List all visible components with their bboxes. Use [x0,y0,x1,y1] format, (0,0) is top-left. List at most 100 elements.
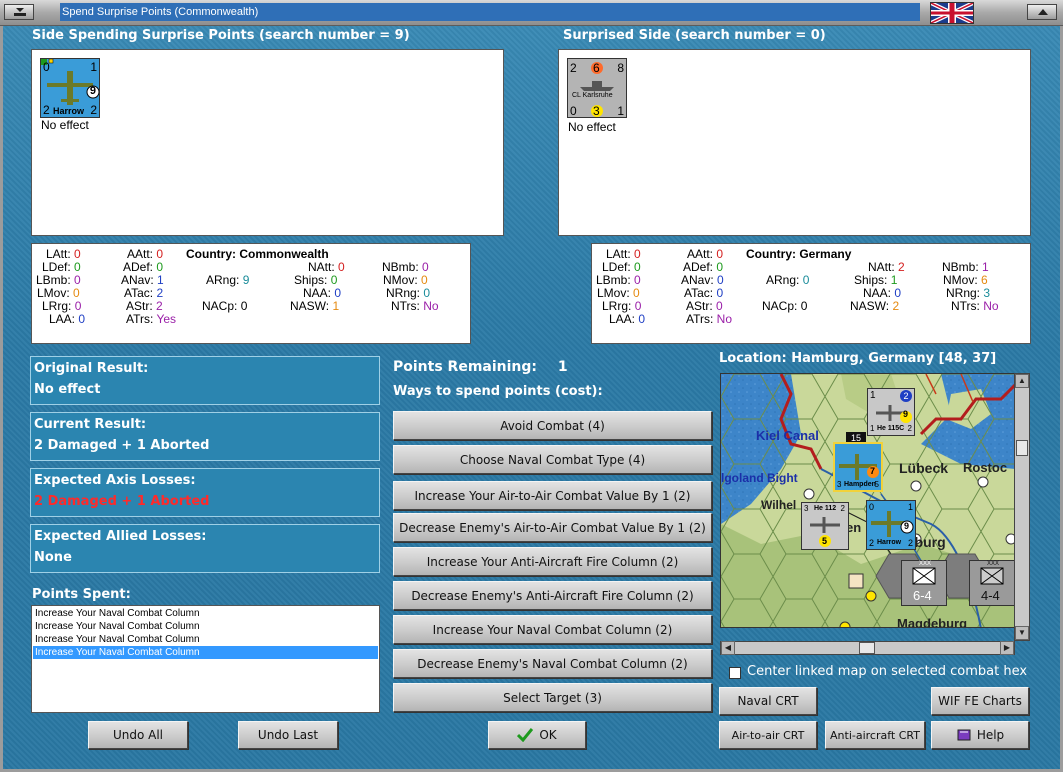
avoid-combat-button[interactable]: Avoid Combat (4) [393,411,712,440]
choose-naval-combat-type-button[interactable]: Choose Naval Combat Type (4) [393,445,712,474]
points-remaining-label: Points Remaining: [393,359,538,375]
undo-last-button[interactable]: Undo Last [238,721,338,749]
points-spent-title: Points Spent: [32,587,131,602]
stat-ntrs: NTrs: No [391,299,439,313]
map-location-label: Location: Hamburg, Germany [48, 37] [719,351,997,366]
karlsruhe-defense: 6 [593,61,600,75]
country-germany: Country: Germany [746,247,852,261]
stat-nacp: NACp: 0 [202,299,248,313]
hampden-name: Hampden [844,481,876,488]
current-result-panel: Current Result: 2 Damaged + 1 Aborted [30,412,380,461]
help-button[interactable]: Help [931,721,1029,749]
decrease-enemy-air-to-air-button[interactable]: Decrease Enemy's Air-to-Air Combat Value… [393,513,712,542]
he112-badge: 5 [822,536,828,546]
hampden-unit-counter[interactable]: 7 3 Hampden 5 [833,442,883,492]
ways-to-spend-label: Ways to spend points (cost): [393,384,603,399]
surprised-side-units-panel: 2 6 8 CL Karlsruhe 0 3 1 No effect [558,49,1031,236]
scroll-right-arrow-icon[interactable]: ▶ [1000,641,1014,655]
map-vertical-scrollbar[interactable]: ▲ ▼ [1014,373,1030,641]
minimize-button[interactable] [4,4,34,20]
map-label-kiel: Kiel Canal [756,428,819,443]
wif-fe-charts-button[interactable]: WIF FE Charts [931,687,1029,715]
points-spent-list[interactable]: Increase Your Naval Combat Column Increa… [31,605,380,713]
center-linked-map-label: Center linked map on selected combat hex [747,664,1028,679]
karlsruhe-unit-counter[interactable]: 2 6 8 CL Karlsruhe 0 3 1 [567,58,627,118]
select-target-button[interactable]: Select Target (3) [393,683,712,712]
axis-losses-value: 2 Damaged + 1 Aborted [34,494,210,509]
scroll-left-arrow-icon[interactable]: ◀ [721,641,735,655]
harrow-map-name: Harrow [877,539,902,546]
harrow-unit-name: Harrow [53,106,85,116]
maximize-button[interactable] [1027,4,1057,20]
list-item[interactable]: Increase Your Naval Combat Column [33,633,378,646]
allied-losses-value: None [34,550,72,565]
minimize-icon [14,8,26,16]
stat-arng: ARng: 0 [766,273,810,287]
infantry-counter-2[interactable]: XXX 4-4 [969,560,1014,606]
harrow-defense: 1 [90,60,97,74]
maximize-icon [1038,9,1048,15]
anti-aircraft-crt-button[interactable]: Anti-aircraft CRT [825,721,925,749]
ok-button[interactable]: OK [488,721,586,749]
list-item[interactable]: Increase Your Naval Combat Column [33,620,378,633]
axis-losses-title: Expected Axis Losses: [34,473,196,488]
checkmark-icon [517,728,534,742]
harrow-map-badge: 9 [903,521,909,531]
decrease-enemy-naval-column-button[interactable]: Decrease Enemy's Naval Combat Column (2) [393,649,712,678]
decrease-enemy-aa-column-button[interactable]: Decrease Enemy's Anti-Aircraft Fire Colu… [393,581,712,610]
horizontal-scroll-thumb[interactable] [859,642,875,654]
hampden-badge: 7 [869,466,875,476]
infantry-counter-1[interactable]: XXX 6-4 [901,560,947,606]
he115-badge: 9 [902,409,908,419]
he115-name: He 115C [877,425,905,432]
he112-unit-counter[interactable]: 3 He 112 2 5 [801,502,849,550]
current-result-value: 2 Damaged + 1 Aborted [34,438,210,453]
scroll-down-arrow-icon[interactable]: ▼ [1015,626,1029,640]
air-to-air-crt-button[interactable]: Air-to-air CRT [719,721,817,749]
karlsruhe-unit-name: CL Karlsruhe [572,92,613,99]
he115-bottom-right: 2 [907,424,912,433]
list-item[interactable]: Increase Your Naval Combat Column [33,607,378,620]
harrow-map-defense: 1 [907,502,913,512]
harrow-strategic: 2 [43,103,50,117]
undo-all-button[interactable]: Undo All [88,721,188,749]
points-remaining: Points Remaining: 1 [393,359,568,375]
surprised-unit-effect: No effect [568,120,616,134]
inf2-strength: 4-4 [981,588,1000,603]
stat-ntrs: NTrs: No [951,299,999,313]
map-label-wilhelmshaven: Wilhel [761,498,797,512]
center-linked-map-checkbox[interactable] [729,667,741,679]
stat-nasw: NASW: 1 [290,299,340,313]
map-label-rostock: Rostoc [963,460,1008,475]
allied-losses-panel: Expected Allied Losses: None [30,524,380,573]
harrow-map-counter[interactable]: 0 1 9 2 Harrow 2 [866,500,916,550]
increase-air-to-air-button[interactable]: Increase Your Air-to-Air Combat Value By… [393,481,712,510]
stat-arng: ARng: 9 [206,273,250,287]
harrow-unit-counter[interactable]: 0 1 9 2 2 Harrow [40,58,100,118]
harrow-air-attack: 0 [43,60,50,74]
linked-map[interactable]: Kiel Canal Lübeck Rostoc lgoland Bight W… [720,373,1015,628]
karlsruhe-movement: 1 [617,104,624,118]
original-result-value: No effect [34,382,101,397]
naval-crt-button[interactable]: Naval CRT [719,687,817,715]
spending-side-header: Side Spending Surprise Points (search nu… [32,28,410,43]
stat-atrs: ATrs: Yes [126,312,177,326]
harrow-map-bottom-left: 2 [869,538,875,548]
map-label-magdeburg: Magdeburg [897,616,968,628]
list-item[interactable]: Increase Your Naval Combat Column [33,646,378,659]
title-bar[interactable]: Spend Surprise Points (Commonwealth) [0,0,1063,26]
window-title: Spend Surprise Points (Commonwealth) [60,3,920,21]
map-horizontal-scrollbar[interactable]: ◀ ▶ [720,641,1015,655]
increase-naval-column-button[interactable]: Increase Your Naval Combat Column (2) [393,615,712,644]
germany-stats-panel: LAtt: 0 LDef: 0 LBmb: 0 LMov: 0 LRrg: 0 … [591,243,1031,344]
increase-aa-column-button[interactable]: Increase Your Anti-Aircraft Fire Column … [393,547,712,576]
he115-unit-counter[interactable]: 1 2 9 1 He 115C 2 [867,388,915,436]
scroll-up-arrow-icon[interactable]: ▲ [1015,374,1029,388]
stat-laa: LAA: 0 [49,312,86,326]
help-book-icon [957,729,971,741]
points-remaining-value: 1 [557,359,568,375]
allied-losses-title: Expected Allied Losses: [34,529,207,544]
karlsruhe-aa: 8 [617,61,624,75]
map-label-bight: lgoland Bight [721,471,798,485]
vertical-scroll-thumb[interactable] [1016,440,1028,456]
